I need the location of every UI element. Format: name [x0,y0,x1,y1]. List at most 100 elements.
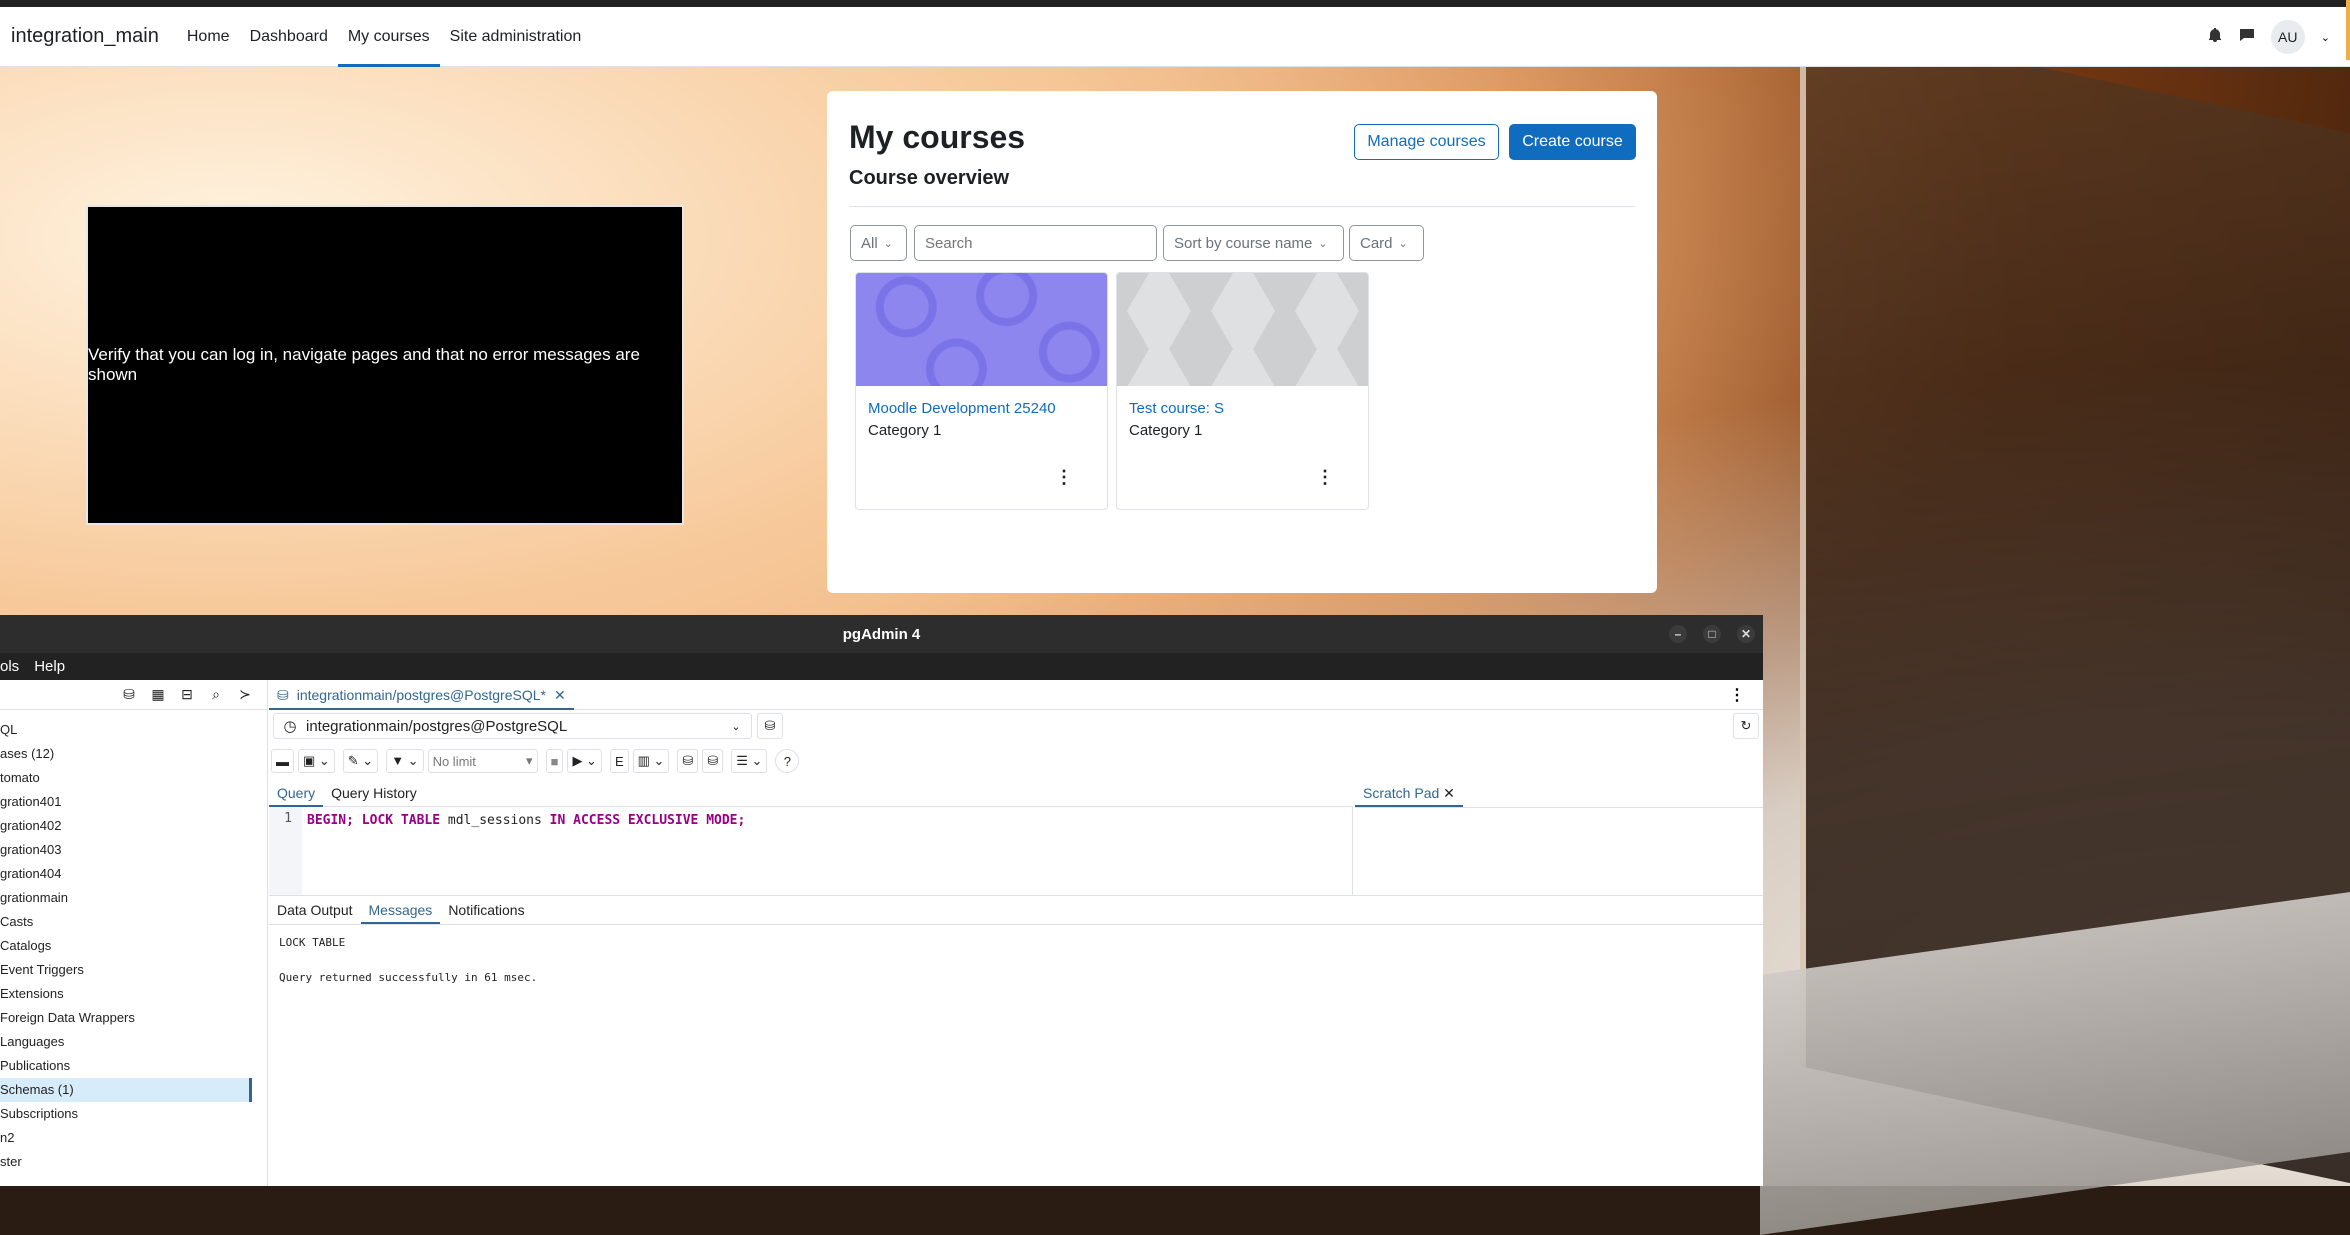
object-explorer: ⛁ ▦ ⊟ ⌕ ≻ QL ases (12) tomato gration401… [0,680,268,1186]
tree-item[interactable]: Extensions [0,982,268,1006]
chevron-down-icon: ⌄ [883,237,893,250]
video-overlay: Verify that you can log in, navigate pag… [86,205,684,525]
menu-bar: ols Help [0,653,1763,680]
course-card[interactable]: Moodle Development 25240 Category 1 ⋮ [855,272,1108,510]
nav-site-administration[interactable]: Site administration [440,7,592,67]
tree-item[interactable]: ases (12) [0,742,268,766]
course-card[interactable]: Test course: S Category 1 ⋮ [1116,272,1369,510]
close-tab-icon[interactable]: ✕ [1443,785,1455,801]
search-icon[interactable]: ⌕ [206,685,226,705]
sql-editor[interactable]: 1 BEGIN; LOCK TABLE mdl_sessions IN ACCE… [269,807,1353,895]
tree-item[interactable]: Foreign Data Wrappers [0,1006,268,1030]
table-icon[interactable]: ▦ [148,685,168,705]
more-options-icon[interactable]: ⋮ [1729,685,1745,705]
query-tab[interactable]: ⛁ integrationmain/postgres@PostgreSQL* ✕ [269,680,574,710]
commit-icon[interactable]: ⛁ [677,749,699,773]
nav-my-courses[interactable]: My courses [337,7,440,67]
nav-home[interactable]: Home [177,7,240,67]
search-input[interactable] [914,225,1157,261]
sort-select[interactable]: Sort by course name ⌄ [1163,225,1344,261]
view-select[interactable]: Card ⌄ [1349,225,1424,261]
new-connection-icon[interactable]: ⛁ [757,713,783,739]
course-title[interactable]: Test course: S [1129,400,1224,417]
query-toolbar: ▬ ▣ ⌄ ✎ ⌄ ▼ ⌄ No limit ▾ ■ ▶ ⌄ E ▥ ⌄ ⛁ ⛁… [271,745,800,777]
tree-item[interactable]: grationmain [0,886,268,910]
tab-messages[interactable]: Messages [360,896,441,924]
sql-keyword: BEGIN; [307,813,354,828]
tree-item[interactable]: gration402 [0,814,268,838]
explain-icon[interactable]: E [609,749,629,773]
tree-item[interactable]: gration403 [0,838,268,862]
window-title: pgAdmin 4 [842,625,921,643]
terminal-icon[interactable]: ≻ [235,685,255,705]
nav-dashboard[interactable]: Dashboard [240,7,338,67]
tree-item[interactable]: gration401 [0,790,268,814]
tree-item[interactable]: ster [0,1150,268,1174]
video-overlay-text: Verify that you can log in, navigate pag… [88,345,640,384]
minimize-icon[interactable]: – [1669,625,1687,643]
divider [1355,807,1763,808]
macros-icon[interactable]: ☰ ⌄ [731,749,768,773]
tree-item[interactable]: Publications [0,1054,268,1078]
explorer-toolbar: ⛁ ▦ ⊟ ⌕ ≻ [0,680,267,710]
chevron-down-icon: ⌄ [731,720,741,733]
open-file-icon[interactable]: ▬ [271,749,294,773]
manage-courses-button[interactable]: Manage courses [1354,124,1499,160]
more-actions-icon[interactable]: ⋮ [1055,467,1073,488]
filter-select[interactable]: All ⌄ [850,225,907,261]
stop-icon[interactable]: ■ [545,749,564,773]
tree-item[interactable]: Event Triggers [0,958,268,982]
database-icon[interactable]: ⛁ [119,685,139,705]
tree-item[interactable]: tomato [0,766,268,790]
tab-data-output[interactable]: Data Output [269,896,361,924]
tree-item[interactable]: Catalogs [0,934,268,958]
query-tab-label: integrationmain/postgres@PostgreSQL* [296,686,546,703]
save-icon[interactable]: ▣ ⌄ [298,749,335,773]
close-icon[interactable]: ✕ [1737,625,1755,643]
tree-item[interactable]: Subscriptions [0,1102,268,1126]
bell-icon[interactable] [2207,27,2223,48]
help-icon[interactable]: ? [775,749,800,773]
tree-item[interactable]: gration404 [0,862,268,886]
limit-select[interactable]: No limit ▾ [427,749,538,773]
filter-icon[interactable]: ▼ ⌄ [386,749,424,773]
tree-item[interactable]: Casts [0,910,268,934]
menu-tools[interactable]: ols [0,658,19,675]
connection-select[interactable]: ◷ integrationmain/postgres@PostgreSQL ⌄ [273,713,752,739]
tree-item[interactable]: Languages [0,1030,268,1054]
connection-label: integrationmain/postgres@PostgreSQL [306,717,568,735]
tab-scratch-pad[interactable]: Scratch Pad ✕ [1355,779,1463,807]
tree-item[interactable]: QL [0,718,268,742]
explain-analyze-icon[interactable]: ▥ ⌄ [632,749,670,773]
chevron-down-icon: ⌄ [1318,237,1328,250]
line-gutter: 1 [269,807,302,895]
sql-code[interactable]: BEGIN; LOCK TABLE mdl_sessions IN ACCESS… [307,813,745,828]
tree-item[interactable]: n2 [0,1126,268,1150]
chevron-down-icon[interactable]: ⌄ [2321,31,2330,44]
page-title: My courses [849,119,1026,155]
tree-item-selected[interactable]: Schemas (1) [0,1078,252,1102]
menu-help[interactable]: Help [34,658,65,675]
tab-notifications[interactable]: Notifications [440,896,532,924]
more-actions-icon[interactable]: ⋮ [1316,467,1334,488]
course-image[interactable] [1117,273,1368,386]
edge-accent [2346,0,2350,60]
create-course-button[interactable]: Create course [1509,124,1636,160]
refresh-icon[interactable]: ↻ [1733,713,1759,739]
message-icon[interactable] [2239,27,2255,48]
course-title[interactable]: Moodle Development 25240 [868,400,1056,417]
message-line: LOCK TABLE [279,936,346,949]
tab-query[interactable]: Query [269,779,324,807]
user-avatar[interactable]: AU [2270,20,2305,54]
site-brand[interactable]: integration_main [11,25,159,48]
filter-table-icon[interactable]: ⊟ [177,685,197,705]
edit-icon[interactable]: ✎ ⌄ [342,749,379,773]
tab-query-history[interactable]: Query History [323,779,425,807]
close-tab-icon[interactable]: ✕ [554,680,566,708]
window-titlebar[interactable]: pgAdmin 4 – □ ✕ [0,615,1763,653]
query-tabbar: ⛁ integrationmain/postgres@PostgreSQL* ✕… [269,680,1763,710]
execute-icon[interactable]: ▶ ⌄ [567,749,602,773]
rollback-icon[interactable]: ⛁ [702,749,724,773]
course-image[interactable] [856,273,1107,386]
maximize-icon[interactable]: □ [1703,625,1721,643]
